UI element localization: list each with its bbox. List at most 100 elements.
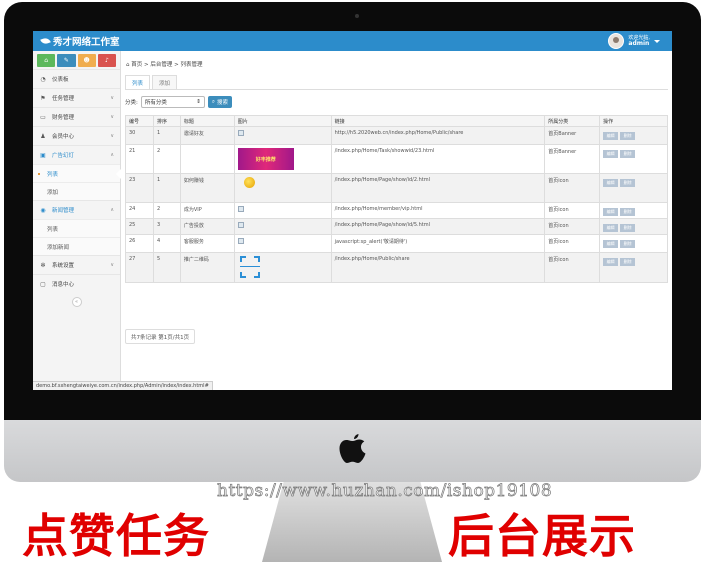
column-header: 图片	[233, 115, 332, 127]
delete-button[interactable]: 删除	[620, 208, 636, 216]
cell-sort: 4	[152, 234, 181, 253]
sidebar-item-news[interactable]: ◉ 新闻管理 ∧	[33, 200, 120, 219]
delete-button[interactable]: 删除	[620, 224, 636, 232]
promo-title-left: 点赞任务	[22, 509, 210, 563]
home-icon: ⌂	[44, 57, 49, 64]
cell-title: 推广二维码	[179, 252, 235, 283]
edit-button[interactable]: 编辑	[603, 258, 619, 266]
sidebar: ⌂ ✎ ☻ ♪ ◔ 仪表板 ⚑ 任务管理 ∨ ▭ 财务管理 ∨ ♟ 会员中心 ∨…	[33, 51, 121, 390]
edit-button[interactable]: 编辑	[603, 208, 619, 216]
cell-image	[233, 218, 332, 235]
category-select[interactable]: 所有分类 ⇕	[140, 96, 205, 108]
breadcrumb: ⌂ 首页 > 后台管理 > 列表管理	[126, 60, 202, 68]
edit-button[interactable]: 编辑	[603, 240, 619, 248]
tab-add[interactable]: 添加	[152, 75, 178, 89]
cell-link: /index.php/Home/member/vip.html	[330, 202, 546, 219]
chevron-up-icon: ∧	[110, 152, 114, 158]
user-menu[interactable]: 欢迎光临, admin	[608, 33, 660, 49]
search-button[interactable]: ⌕ 搜索	[207, 96, 232, 108]
broken-image-icon	[237, 222, 244, 228]
sidebar-sub-ads-add[interactable]: 添加	[33, 182, 120, 200]
bell-shortcut-button[interactable]: ♪	[97, 54, 116, 67]
caret-down-icon	[654, 39, 660, 43]
user-icon: ♟	[40, 132, 46, 140]
sidebar-item-label: 系统设置	[52, 263, 75, 269]
search-icon: ⌕	[211, 98, 215, 105]
edit-button[interactable]: 编辑	[603, 224, 619, 232]
top-navbar: 秀才网络工作室 欢迎光临, admin	[33, 31, 672, 51]
table-row: 27 5 推广二维码 /index.php/Home/Public/share …	[125, 252, 668, 283]
brand[interactable]: 秀才网络工作室	[40, 34, 120, 48]
sidebar-item-ads[interactable]: ▣ 广告幻灯 ∧	[33, 145, 120, 164]
cell-id: 26	[125, 234, 154, 253]
sidebar-item-finance[interactable]: ▭ 财务管理 ∨	[33, 107, 120, 126]
cell-sort: 2	[152, 144, 181, 174]
delete-button[interactable]: 删除	[620, 179, 636, 187]
table-row: 25 3 广告投放 /index.php/Home/Page/show/id/5…	[125, 218, 668, 235]
chevron-down-icon: ∨	[110, 262, 114, 268]
cell-sort: 3	[152, 218, 181, 235]
sidebar-item-messages[interactable]: ▢ 消息中心	[33, 274, 120, 293]
cell-actions: 编辑 删除	[599, 218, 668, 235]
search-button-label: 搜索	[216, 100, 228, 106]
chevron-down-icon: ∨	[110, 95, 114, 101]
delete-button[interactable]: 删除	[620, 240, 636, 248]
sidebar-item-dashboard[interactable]: ◔ 仪表板	[33, 69, 120, 88]
flag-icon: ⚑	[40, 94, 46, 102]
finance-icon: ▭	[40, 113, 46, 121]
tab-divider	[125, 89, 668, 90]
column-header: 链接	[330, 115, 546, 127]
sidebar-sub-news-add[interactable]: 添加新闻	[33, 237, 120, 255]
sidebar-item-label: 任务管理	[52, 96, 75, 102]
users-icon: ☻	[83, 57, 90, 64]
cell-title: 广告投放	[179, 218, 235, 235]
category-select-value: 所有分类	[144, 100, 167, 106]
edit-shortcut-button[interactable]: ✎	[57, 54, 76, 67]
scan-qr-icon	[239, 256, 260, 278]
cell-link: /index.php/Home/Page/show/id/5.html	[330, 218, 546, 235]
bell-icon: ♪	[104, 57, 109, 64]
sidebar-sub-ads-list[interactable]: 列表	[33, 164, 121, 182]
cell-actions: 编辑 删除	[599, 202, 668, 219]
cell-title: 客服服务	[179, 234, 235, 253]
filter-bar: 分类: 所有分类 ⇕ ⌕ 搜索	[125, 96, 232, 108]
sidebar-item-label: 消息中心	[52, 282, 75, 288]
edit-button[interactable]: 编辑	[603, 150, 619, 158]
cell-id: 30	[125, 126, 154, 145]
coin-icon	[243, 177, 255, 188]
main-content: ⌂ 首页 > 后台管理 > 列表管理 列表 添加 分类: 所有分类 ⇕ ⌕ 搜索	[122, 51, 672, 390]
cell-category: 首页Banner	[544, 126, 601, 145]
edit-button[interactable]: 编辑	[603, 132, 619, 140]
camera-icon	[355, 14, 359, 18]
cell-id: 21	[125, 144, 154, 174]
avatar	[608, 33, 625, 49]
delete-button[interactable]: 删除	[620, 132, 636, 140]
delete-button[interactable]: 删除	[620, 258, 636, 266]
sidebar-item-tasks[interactable]: ⚑ 任务管理 ∨	[33, 88, 120, 107]
cell-category: 首页icon	[544, 218, 601, 235]
users-shortcut-button[interactable]: ☻	[77, 54, 96, 67]
home-shortcut-button[interactable]: ⌂	[37, 54, 56, 67]
tab-bar: 列表 添加	[125, 75, 178, 89]
cell-category: 首页Banner	[544, 144, 601, 174]
sidebar-item-settings[interactable]: ✻ 系统设置 ∨	[33, 255, 120, 274]
sidebar-sub-news-list[interactable]: 列表	[33, 219, 120, 237]
breadcrumb-text[interactable]: 首页 > 后台管理 > 列表管理	[131, 62, 202, 68]
sidebar-collapse-button[interactable]: «	[71, 297, 82, 307]
broken-image-icon	[237, 238, 244, 244]
column-header: 标题	[179, 115, 235, 127]
cell-category: 首页icon	[544, 202, 601, 219]
edit-button[interactable]: 编辑	[603, 179, 619, 187]
admin-screen: 秀才网络工作室 欢迎光临, admin ⌂ ✎ ☻ ♪ ◔ 仪表板 ⚑ 任务管理…	[33, 31, 672, 390]
sidebar-item-members[interactable]: ♟ 会员中心 ∨	[33, 126, 120, 145]
select-arrows-icon: ⇕	[196, 99, 201, 105]
banner-thumbnail: 好丰推荐	[237, 148, 294, 170]
cell-sort: 2	[152, 202, 181, 219]
shortcut-row: ⌂ ✎ ☻ ♪	[33, 51, 120, 69]
tab-list[interactable]: 列表	[125, 75, 151, 89]
table-row: 24 2 成为VIP /index.php/Home/member/vip.ht…	[125, 202, 668, 219]
cell-image	[233, 252, 332, 283]
cell-actions: 编辑 删除	[599, 173, 668, 203]
delete-button[interactable]: 删除	[620, 150, 636, 158]
brand-title: 秀才网络工作室	[53, 37, 120, 48]
